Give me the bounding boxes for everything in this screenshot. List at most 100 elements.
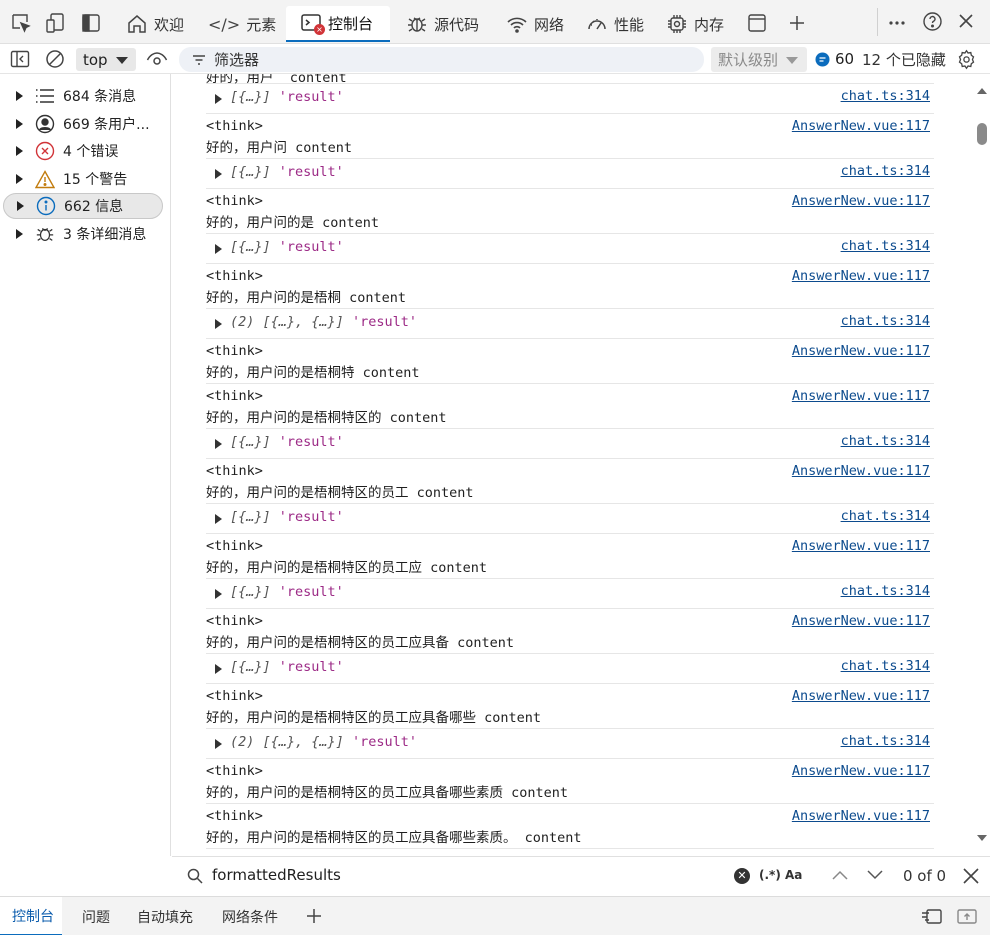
tab-welcome[interactable]: 欢迎: [120, 6, 190, 42]
add-drawer-tab-icon[interactable]: [303, 905, 325, 927]
string-value: 'result': [351, 734, 417, 750]
drawer-tab-autofill[interactable]: 自动填充: [131, 897, 199, 935]
expand-arrow-icon[interactable]: [15, 229, 25, 239]
source-link[interactable]: chat.ts:314: [841, 583, 930, 599]
message-line-2: 好的，用户问的是梧桐特区的 content: [206, 410, 447, 426]
object-preview[interactable]: (2) [{…}, {…}] 'result': [230, 314, 417, 330]
next-match-icon[interactable]: [866, 869, 884, 881]
expand-arrow-icon[interactable]: [15, 119, 25, 129]
sidebar-item-verbose[interactable]: 3 条详细消息: [3, 221, 163, 247]
close-icon[interactable]: [953, 8, 979, 34]
scroll-down-arrow-icon[interactable]: [977, 835, 987, 841]
settings-gear-icon[interactable]: [955, 48, 977, 70]
sidebar-toggle-icon[interactable]: [9, 49, 31, 69]
regex-toggle[interactable]: (.*): [759, 868, 781, 882]
expand-arrow-icon[interactable]: [15, 146, 25, 156]
log-level-dropdown[interactable]: 默认级别: [711, 47, 807, 72]
expand-arrow-icon[interactable]: [214, 94, 222, 104]
source-link[interactable]: AnswerNew.vue:117: [792, 388, 930, 404]
source-link[interactable]: AnswerNew.vue:117: [792, 463, 930, 479]
object-preview[interactable]: [{…}] 'result': [230, 434, 344, 450]
drawer-tab-issues[interactable]: 问题: [76, 897, 116, 935]
expand-arrow-icon[interactable]: [15, 174, 25, 184]
tab-elements[interactable]: </> 元素: [202, 6, 282, 42]
object-preview[interactable]: [{…}] 'result': [230, 509, 344, 525]
drawer-tab-network-conditions[interactable]: 网络条件: [216, 897, 284, 935]
vertical-scrollbar[interactable]: [974, 74, 990, 856]
source-link[interactable]: AnswerNew.vue:117: [792, 688, 930, 704]
tab-network[interactable]: 网络: [500, 6, 570, 42]
message-line-1: <think>: [206, 193, 263, 209]
source-link[interactable]: chat.ts:314: [841, 163, 930, 179]
dock-drawer-icon[interactable]: [920, 905, 944, 927]
console-object-message: [{…}] 'result' chat.ts:314: [206, 654, 934, 684]
source-link[interactable]: chat.ts:314: [841, 238, 930, 254]
sidebar-item-errors[interactable]: 4 个错误: [3, 138, 163, 164]
device-emulation-icon[interactable]: [43, 10, 69, 36]
filter-icon: [192, 54, 206, 66]
previous-match-icon[interactable]: [831, 869, 849, 881]
source-link[interactable]: chat.ts:314: [841, 508, 930, 524]
source-link[interactable]: chat.ts:314: [841, 658, 930, 674]
expand-arrow-icon[interactable]: [16, 201, 26, 211]
object-preview[interactable]: [{…}] 'result': [230, 659, 344, 675]
source-link[interactable]: AnswerNew.vue:117: [792, 268, 930, 284]
tab-performance[interactable]: 性能: [580, 6, 650, 42]
expand-arrow-icon[interactable]: [214, 739, 222, 749]
object-preview[interactable]: [{…}] 'result': [230, 89, 344, 105]
expand-arrow-icon[interactable]: [214, 169, 222, 179]
expand-arrow-icon[interactable]: [214, 514, 222, 524]
sidebar-item-info[interactable]: 662 信息: [3, 193, 163, 219]
source-link[interactable]: AnswerNew.vue:117: [792, 538, 930, 554]
tab-memory[interactable]: 内存: [660, 6, 730, 42]
dock-sidebar-icon[interactable]: [78, 10, 104, 36]
close-find-icon[interactable]: [962, 867, 980, 885]
tab-console[interactable]: × 控制台: [286, 6, 390, 42]
live-expression-eye-icon[interactable]: [145, 48, 169, 70]
expand-arrow-icon[interactable]: [15, 91, 25, 101]
source-link[interactable]: chat.ts:314: [841, 433, 930, 449]
context-selector[interactable]: top: [76, 48, 136, 71]
source-link[interactable]: chat.ts:314: [841, 733, 930, 749]
object-preview[interactable]: [{…}] 'result': [230, 584, 344, 600]
expand-arrow-icon[interactable]: [214, 319, 222, 329]
error-icon: [33, 139, 57, 163]
expand-drawer-icon[interactable]: [955, 905, 979, 927]
source-link[interactable]: AnswerNew.vue:117: [792, 613, 930, 629]
help-icon[interactable]: [919, 8, 945, 34]
object-preview[interactable]: [{…}] 'result': [230, 239, 344, 255]
clear-console-icon[interactable]: [44, 48, 66, 70]
find-input[interactable]: formattedResults: [212, 866, 722, 888]
message-line-2: 好的，用户问的是梧桐特区的员工 content: [206, 485, 474, 501]
match-case-toggle[interactable]: Aa: [785, 868, 802, 882]
expand-arrow-icon[interactable]: [214, 589, 222, 599]
object-preview[interactable]: [{…}] 'result': [230, 164, 344, 180]
source-link[interactable]: chat.ts:314: [841, 88, 930, 104]
filter-input[interactable]: 筛选器: [179, 47, 704, 72]
message-line-1: <think>: [206, 538, 263, 554]
sidebar-item-user-messages[interactable]: 669 条用户...: [3, 111, 163, 137]
sidebar-item-messages[interactable]: 684 条消息: [3, 83, 163, 109]
scroll-up-arrow-icon[interactable]: [977, 88, 987, 94]
source-link[interactable]: AnswerNew.vue:117: [792, 118, 930, 134]
drawer-tab-console[interactable]: 控制台: [0, 897, 62, 935]
source-link[interactable]: AnswerNew.vue:117: [792, 808, 930, 824]
scrollbar-thumb[interactable]: [977, 123, 987, 145]
add-tab-icon[interactable]: [784, 10, 810, 36]
issues-counter[interactable]: 60: [815, 48, 854, 70]
expand-arrow-icon[interactable]: [214, 244, 222, 254]
object-preview[interactable]: (2) [{…}, {…}] 'result': [230, 734, 417, 750]
tab-label: 自动填充: [137, 909, 193, 926]
tab-sources[interactable]: 源代码: [400, 6, 485, 42]
source-link[interactable]: AnswerNew.vue:117: [792, 763, 930, 779]
expand-arrow-icon[interactable]: [214, 439, 222, 449]
inspect-element-icon[interactable]: [8, 10, 34, 36]
source-link[interactable]: AnswerNew.vue:117: [792, 343, 930, 359]
source-link[interactable]: AnswerNew.vue:117: [792, 193, 930, 209]
more-options-icon[interactable]: [884, 10, 910, 36]
application-panel-icon[interactable]: [744, 10, 770, 36]
expand-arrow-icon[interactable]: [214, 664, 222, 674]
sidebar-item-warnings[interactable]: 15 个警告: [3, 166, 163, 192]
source-link[interactable]: chat.ts:314: [841, 313, 930, 329]
clear-search-icon[interactable]: ✕: [734, 868, 750, 884]
